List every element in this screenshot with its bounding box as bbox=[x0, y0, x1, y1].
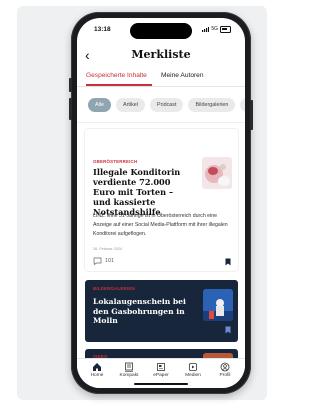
bookmark-icon[interactable] bbox=[225, 258, 231, 266]
article-headline[interactable]: Illegale Konditorin verdiente 72.000 Eur… bbox=[93, 167, 193, 217]
active-tab-indicator bbox=[86, 84, 152, 86]
nav-label: Home bbox=[90, 373, 104, 378]
filter-chip-podcast[interactable]: Podcast bbox=[149, 98, 184, 112]
phone-power-button bbox=[250, 100, 253, 130]
article-kicker: BILDERGALERIEN bbox=[93, 286, 135, 291]
bookmark-icon[interactable] bbox=[225, 326, 231, 334]
app-screen: 13:18 5G ‹ Merkliste Gespeicherte Inhalt… bbox=[77, 18, 245, 388]
filter-chip-alle[interactable]: Alle bbox=[88, 98, 111, 112]
comment-icon bbox=[93, 257, 102, 265]
nav-label: ePaper bbox=[153, 373, 169, 378]
article-teaser: LINZ. Eine 31-Jährige ist in Oberösterre… bbox=[93, 213, 228, 237]
article-card[interactable]: BILDERGALERIEN Lokalaugenschein bei den … bbox=[85, 280, 238, 342]
nav-label: Kompakt bbox=[119, 373, 139, 378]
cake-image-icon bbox=[202, 157, 232, 189]
article-date: 26. Februar 2024 bbox=[93, 247, 123, 251]
article-headline[interactable]: Lokalaugenschein bei den Gasbohrungen in… bbox=[93, 297, 201, 326]
article-card[interactable]: OBERÖSTERREICH Illegale Konditorin verdi… bbox=[85, 129, 238, 271]
article-thumbnail[interactable] bbox=[202, 157, 232, 189]
home-indicator bbox=[134, 383, 188, 386]
signal-icon bbox=[202, 26, 210, 32]
phone-side-button bbox=[69, 78, 72, 92]
page-title: Merkliste bbox=[131, 48, 191, 61]
phone-side-button bbox=[69, 98, 72, 120]
status-indicators: 5G bbox=[202, 26, 231, 33]
filter-chip-more[interactable] bbox=[240, 98, 245, 112]
comment-count: 101 bbox=[105, 258, 115, 264]
status-time: 13:18 bbox=[94, 26, 111, 33]
article-kicker: OBERÖSTERREICH bbox=[93, 159, 138, 164]
media-icon bbox=[189, 363, 197, 371]
nav-label: Medien bbox=[185, 373, 201, 378]
dynamic-island bbox=[130, 23, 192, 39]
filter-chip-bildergalerien[interactable]: Bildergalerien bbox=[188, 98, 236, 112]
page-header: ‹ Merkliste bbox=[77, 46, 245, 66]
profile-icon bbox=[220, 362, 230, 372]
gas-drilling-image-icon bbox=[203, 289, 233, 321]
divider bbox=[77, 122, 245, 123]
network-label: 5G bbox=[211, 26, 218, 33]
filter-chips: Alle Artikel Podcast Bildergalerien bbox=[88, 98, 245, 113]
kompakt-icon bbox=[125, 362, 133, 372]
epaper-icon bbox=[157, 363, 165, 371]
nav-kompakt[interactable]: Kompakt bbox=[114, 362, 144, 378]
nav-medien[interactable]: Medien bbox=[178, 362, 208, 378]
filter-chip-artikel[interactable]: Artikel bbox=[116, 98, 145, 112]
article-thumbnail[interactable] bbox=[203, 289, 233, 321]
tab-my-authors[interactable]: Meine Autoren bbox=[161, 72, 204, 79]
nav-label: Profil bbox=[219, 373, 231, 378]
nav-profil[interactable]: Profil bbox=[210, 362, 240, 378]
nav-epaper[interactable]: ePaper bbox=[146, 362, 176, 378]
tab-bar: Gespeicherte Inhalte Meine Autoren bbox=[77, 70, 245, 87]
status-bar: 13:18 5G bbox=[77, 18, 245, 40]
comments-button[interactable]: 101 bbox=[93, 257, 114, 265]
home-icon bbox=[93, 363, 101, 371]
tab-saved-content[interactable]: Gespeicherte Inhalte bbox=[86, 72, 147, 79]
battery-icon bbox=[220, 26, 231, 33]
nav-home[interactable]: Home bbox=[82, 362, 112, 378]
